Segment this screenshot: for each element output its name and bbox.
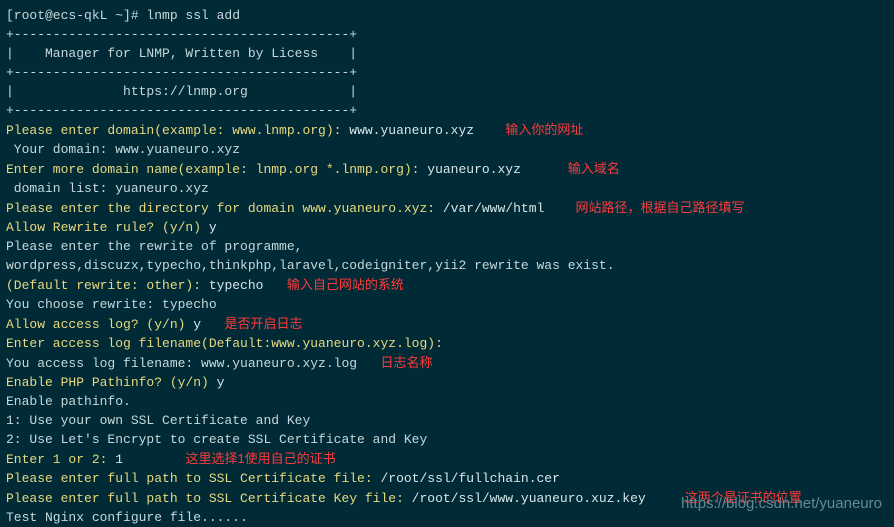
- prompt-text: Please enter domain(example: www.lnmp.or…: [6, 123, 349, 138]
- output-line: domain list: yuaneuro.xyz: [6, 179, 888, 198]
- annotation: 日志名称: [380, 355, 432, 370]
- user-input[interactable]: y: [193, 317, 201, 332]
- rewrite-default-line: (Default rewrite: other): typecho 输入自己网站…: [6, 275, 888, 295]
- output-line: You access log filename: www.yuaneuro.xy…: [6, 353, 888, 373]
- output-line: 1: Use your own SSL Certificate and Key: [6, 411, 888, 430]
- prompt-text: Enable PHP Pathinfo? (y/n): [6, 375, 217, 390]
- user-input[interactable]: y: [217, 375, 225, 390]
- user-input[interactable]: yuaneuro.xyz: [427, 162, 521, 177]
- annotation: 输入域名: [568, 161, 620, 176]
- log-filename-line: Enter access log filename(Default:www.yu…: [6, 334, 888, 353]
- output-line: wordpress,discuzx,typecho,thinkphp,larav…: [6, 256, 888, 275]
- pathinfo-line: Enable PHP Pathinfo? (y/n) y: [6, 373, 888, 392]
- annotation: 是否开启日志: [224, 316, 302, 331]
- watermark: https://blog.csdn.net/yuaneuro: [681, 494, 882, 513]
- prompt-text: Enter more domain name(example: lnmp.org…: [6, 162, 427, 177]
- prompt-text: Please enter the directory for domain ww…: [6, 201, 443, 216]
- annotation: 输入自己网站的系统: [287, 277, 404, 292]
- annotation: 网站路径，根据自己路径填写: [576, 200, 745, 215]
- access-log-line: Allow access log? (y/n) y 是否开启日志: [6, 314, 888, 334]
- user-input[interactable]: www.yuaneuro.xyz: [349, 123, 474, 138]
- output-line: Please enter the rewrite of programme,: [6, 237, 888, 256]
- banner-line: | Manager for LNMP, Written by Licess |: [6, 44, 888, 63]
- user-input[interactable]: y: [209, 220, 217, 235]
- user-input[interactable]: typecho: [209, 278, 264, 293]
- shell-prompt: [root@ecs-qkL ~]# lnmp ssl add: [6, 6, 888, 25]
- user-input[interactable]: 1: [115, 452, 123, 467]
- prompt-text: Allow Rewrite rule? (y/n): [6, 220, 209, 235]
- prompt-text: Please enter full path to SSL Certificat…: [6, 471, 380, 486]
- cert-file-line: Please enter full path to SSL Certificat…: [6, 469, 888, 488]
- output-text: You access log filename: www.yuaneuro.xy…: [6, 356, 357, 371]
- prompt-text: (Default rewrite: other):: [6, 278, 209, 293]
- ssl-choice-line: Enter 1 or 2: 1 这里选择1使用自己的证书: [6, 449, 888, 469]
- prompt-text: Enter access log filename(Default:www.yu…: [6, 336, 451, 351]
- banner-line: | https://lnmp.org |: [6, 82, 888, 101]
- output-line: 2: Use Let's Encrypt to create SSL Certi…: [6, 430, 888, 449]
- separator: +---------------------------------------…: [6, 63, 888, 82]
- output-line: You choose rewrite: typecho: [6, 295, 888, 314]
- domain-prompt-line: Please enter domain(example: www.lnmp.or…: [6, 120, 888, 140]
- annotation: 输入你的网址: [505, 122, 583, 137]
- separator: +---------------------------------------…: [6, 25, 888, 44]
- output-line: Your domain: www.yuaneuro.xyz: [6, 140, 888, 159]
- output-line: Enable pathinfo.: [6, 392, 888, 411]
- prompt-text: Enter 1 or 2:: [6, 452, 115, 467]
- separator: +---------------------------------------…: [6, 101, 888, 120]
- directory-line: Please enter the directory for domain ww…: [6, 198, 888, 218]
- user-input[interactable]: /root/ssl/fullchain.cer: [380, 471, 559, 486]
- prompt-text: Allow access log? (y/n): [6, 317, 193, 332]
- user-input[interactable]: /var/www/html: [443, 201, 544, 216]
- rewrite-rule-line: Allow Rewrite rule? (y/n) y: [6, 218, 888, 237]
- user-input[interactable]: /root/ssl/www.yuaneuro.xuz.key: [412, 491, 646, 506]
- more-domain-line: Enter more domain name(example: lnmp.org…: [6, 159, 888, 179]
- prompt-text: Please enter full path to SSL Certificat…: [6, 491, 412, 506]
- annotation: 这里选择1使用自己的证书: [185, 451, 335, 466]
